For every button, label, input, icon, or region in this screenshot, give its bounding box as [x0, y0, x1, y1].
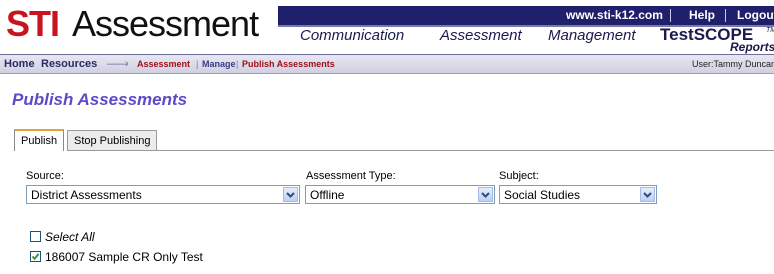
tab-publish[interactable]: Publish — [14, 129, 65, 151]
tab-strip-border — [68, 150, 774, 151]
assessment-label: 186007 Sample CR Only Test — [45, 250, 203, 264]
site-link[interactable]: www.sti-k12.com — [566, 6, 663, 25]
logo-product: Assessment — [72, 3, 259, 44]
page-title: Publish Assessments — [12, 90, 188, 109]
subject-select[interactable]: Social Studies — [499, 185, 657, 204]
chevron-down-icon[interactable] — [283, 187, 298, 202]
assessment-type-select-value: Offline — [310, 188, 345, 202]
nav-management[interactable]: Management — [548, 27, 636, 45]
testscope-trademark: TM — [766, 27, 774, 34]
assessment-type-select[interactable]: Offline — [305, 185, 495, 204]
source-select[interactable]: District Assessments — [26, 185, 300, 204]
subject-select-value: Social Studies — [504, 188, 581, 202]
breadcrumb-resources[interactable]: Resources — [41, 55, 97, 73]
breadcrumb-assessment[interactable]: Assessment — [137, 55, 190, 73]
breadcrumb-divider: | — [236, 59, 239, 69]
current-user: User:Tammy Duncan — [692, 59, 774, 69]
breadcrumb: Home Resources ——› Assessment | Manage |… — [0, 54, 774, 74]
top-link-separator — [725, 9, 726, 22]
assessment-checkbox[interactable] — [30, 251, 41, 262]
help-link[interactable]: Help — [689, 6, 715, 25]
logout-link[interactable]: Logout — [737, 6, 774, 25]
breadcrumb-arrow-icon: ——› — [107, 58, 129, 70]
nav-testscope-reports[interactable]: Reports — [730, 40, 774, 54]
breadcrumb-divider: | — [196, 59, 199, 69]
select-all-label: Select All — [45, 230, 95, 244]
subject-label: Subject: — [499, 170, 539, 182]
tab-stop-publishing[interactable]: Stop Publishing — [67, 130, 158, 151]
nav-assessment[interactable]: Assessment — [440, 27, 522, 45]
chevron-down-icon[interactable] — [478, 187, 493, 202]
source-select-value: District Assessments — [31, 188, 142, 202]
select-all-checkbox[interactable] — [30, 231, 41, 242]
chevron-down-icon[interactable] — [640, 187, 655, 202]
select-all-row[interactable]: Select All — [30, 229, 150, 245]
assessment-type-label: Assessment Type: — [306, 170, 396, 182]
top-link-separator — [670, 9, 671, 22]
nav-communication[interactable]: Communication — [300, 27, 404, 45]
source-label: Source: — [26, 170, 64, 182]
breadcrumb-manage[interactable]: Manage — [202, 55, 236, 73]
logo-brand: STI — [6, 3, 60, 44]
breadcrumb-publish: Publish Assessments — [242, 59, 335, 69]
assessment-list-item[interactable]: 186007 Sample CR Only Test — [30, 249, 230, 265]
breadcrumb-home[interactable]: Home — [4, 55, 35, 73]
